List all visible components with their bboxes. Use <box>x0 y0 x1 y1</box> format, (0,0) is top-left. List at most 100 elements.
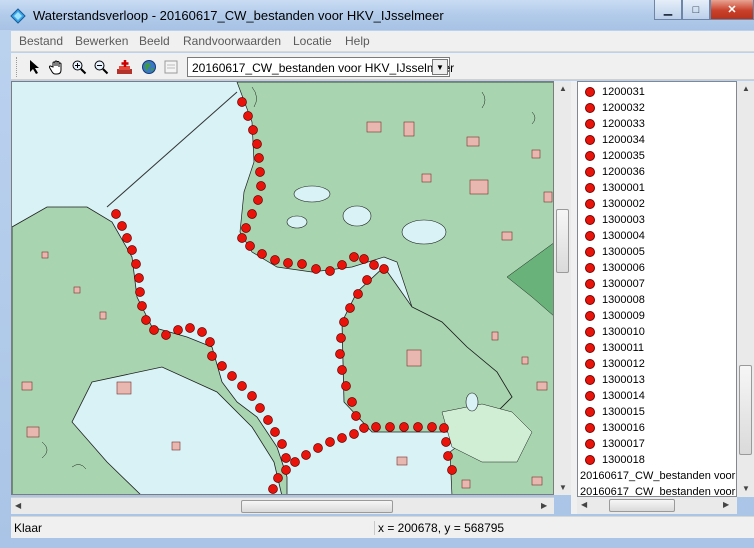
location-marker[interactable] <box>301 450 311 460</box>
location-marker[interactable] <box>241 223 251 233</box>
location-marker[interactable] <box>337 260 347 270</box>
location-marker[interactable] <box>256 181 266 191</box>
location-marker[interactable] <box>185 323 195 333</box>
location-marker[interactable] <box>281 465 291 475</box>
list-item[interactable]: 1300003 <box>582 212 645 228</box>
location-marker[interactable] <box>349 252 359 262</box>
location-marker[interactable] <box>247 391 257 401</box>
dataset-select[interactable]: 20160617_CW_bestanden voor HKV_IJsselmee… <box>187 57 454 77</box>
location-marker[interactable] <box>161 330 171 340</box>
location-marker[interactable] <box>313 443 323 453</box>
menu-locatie[interactable]: Locatie <box>293 34 332 48</box>
maximize-button[interactable]: □ <box>682 0 710 20</box>
list-item[interactable]: 1200031 <box>582 84 645 100</box>
location-marker[interactable] <box>311 264 321 274</box>
location-marker[interactable] <box>341 381 351 391</box>
location-marker[interactable] <box>227 371 237 381</box>
location-marker[interactable] <box>325 266 335 276</box>
location-marker[interactable] <box>245 241 255 251</box>
list-item[interactable]: 1300001 <box>582 180 645 196</box>
scroll-left-icon[interactable]: ◀ <box>581 500 587 509</box>
location-marker[interactable] <box>281 453 291 463</box>
location-marker[interactable] <box>290 457 300 467</box>
location-marker[interactable] <box>270 255 280 265</box>
location-marker[interactable] <box>379 264 389 274</box>
scroll-left-icon[interactable]: ◀ <box>15 501 21 510</box>
location-marker[interactable] <box>297 259 307 269</box>
map-view[interactable] <box>11 81 554 495</box>
map-canvas[interactable] <box>12 82 554 495</box>
location-marker[interactable] <box>439 423 449 433</box>
menu-beeld[interactable]: Beeld <box>139 34 170 48</box>
list-item[interactable]: 1200033 <box>582 116 645 132</box>
location-marker[interactable] <box>248 125 258 135</box>
menu-help[interactable]: Help <box>345 34 370 48</box>
location-marker[interactable] <box>268 484 278 494</box>
zoom-out-icon[interactable] <box>91 57 111 76</box>
menu-bewerken[interactable]: Bewerken <box>75 34 128 48</box>
location-marker[interactable] <box>385 422 395 432</box>
location-list[interactable]: 1200031 1200032 1200033 1200034 1200035 12000… <box>577 81 737 497</box>
location-marker[interactable] <box>237 97 247 107</box>
list-item[interactable]: 1300005 <box>582 244 645 260</box>
location-marker[interactable] <box>252 139 262 149</box>
globe-icon[interactable] <box>139 57 159 76</box>
list-item[interactable]: 1200032 <box>582 100 645 116</box>
list-item[interactable]: 1200035 <box>582 148 645 164</box>
list-vertical-scroll-thumb[interactable] <box>739 365 752 455</box>
location-marker[interactable] <box>443 451 453 461</box>
zoom-in-icon[interactable] <box>69 57 89 76</box>
location-marker[interactable] <box>111 209 121 219</box>
list-item[interactable]: 1300007 <box>582 276 645 292</box>
location-marker[interactable] <box>325 437 335 447</box>
location-marker[interactable] <box>353 289 363 299</box>
menu-bestand[interactable]: Bestand <box>19 34 63 48</box>
location-marker[interactable] <box>131 259 141 269</box>
location-marker[interactable] <box>257 249 267 259</box>
location-marker[interactable] <box>339 317 349 327</box>
location-marker[interactable] <box>371 422 381 432</box>
location-marker[interactable] <box>337 433 347 443</box>
close-button[interactable]: ✕ <box>710 0 754 20</box>
location-marker[interactable] <box>207 351 217 361</box>
location-marker[interactable] <box>197 327 207 337</box>
location-marker[interactable] <box>127 245 137 255</box>
location-marker[interactable] <box>255 167 265 177</box>
list-item[interactable]: 1300011 <box>582 340 644 356</box>
location-marker[interactable] <box>351 411 361 421</box>
location-marker[interactable] <box>399 422 409 432</box>
list-horizontal-scrollbar[interactable]: ◀ ▶ <box>577 497 737 514</box>
location-marker[interactable] <box>243 111 253 121</box>
list-item[interactable]: 1200036 <box>582 164 645 180</box>
location-marker[interactable] <box>359 254 369 264</box>
location-marker[interactable] <box>117 221 127 231</box>
location-marker[interactable] <box>173 325 183 335</box>
pan-hand-icon[interactable] <box>47 57 67 76</box>
location-marker[interactable] <box>362 275 372 285</box>
location-marker[interactable] <box>247 209 257 219</box>
map-horizontal-scrollbar[interactable]: ◀ ▶ <box>11 497 554 514</box>
map-vertical-scrollbar[interactable]: ▲ ▼ <box>554 81 571 495</box>
location-marker[interactable] <box>237 233 247 243</box>
location-marker[interactable] <box>135 287 145 297</box>
location-marker[interactable] <box>122 233 132 243</box>
list-item[interactable]: 1300012 <box>582 356 645 372</box>
location-marker[interactable] <box>137 301 147 311</box>
location-marker[interactable] <box>349 429 359 439</box>
layer-icon[interactable] <box>161 57 181 76</box>
list-item[interactable]: 1300006 <box>582 260 645 276</box>
location-marker[interactable] <box>141 315 151 325</box>
location-marker[interactable] <box>337 365 347 375</box>
location-marker[interactable] <box>283 258 293 268</box>
scroll-right-icon[interactable]: ▶ <box>541 501 547 510</box>
location-marker[interactable] <box>347 397 357 407</box>
location-marker[interactable] <box>447 465 457 475</box>
location-marker[interactable] <box>270 427 280 437</box>
list-item[interactable]: 1300002 <box>582 196 645 212</box>
dataset-list-item[interactable]: 20160617_CW_bestanden voor <box>580 468 735 484</box>
minimize-button[interactable]: ▁ <box>654 0 682 20</box>
map-horizontal-scroll-thumb[interactable] <box>241 500 393 513</box>
list-item[interactable]: 1200034 <box>582 132 645 148</box>
location-marker[interactable] <box>254 153 264 163</box>
dataset-list-item[interactable]: 20160617_CW_bestanden voor <box>580 484 735 496</box>
